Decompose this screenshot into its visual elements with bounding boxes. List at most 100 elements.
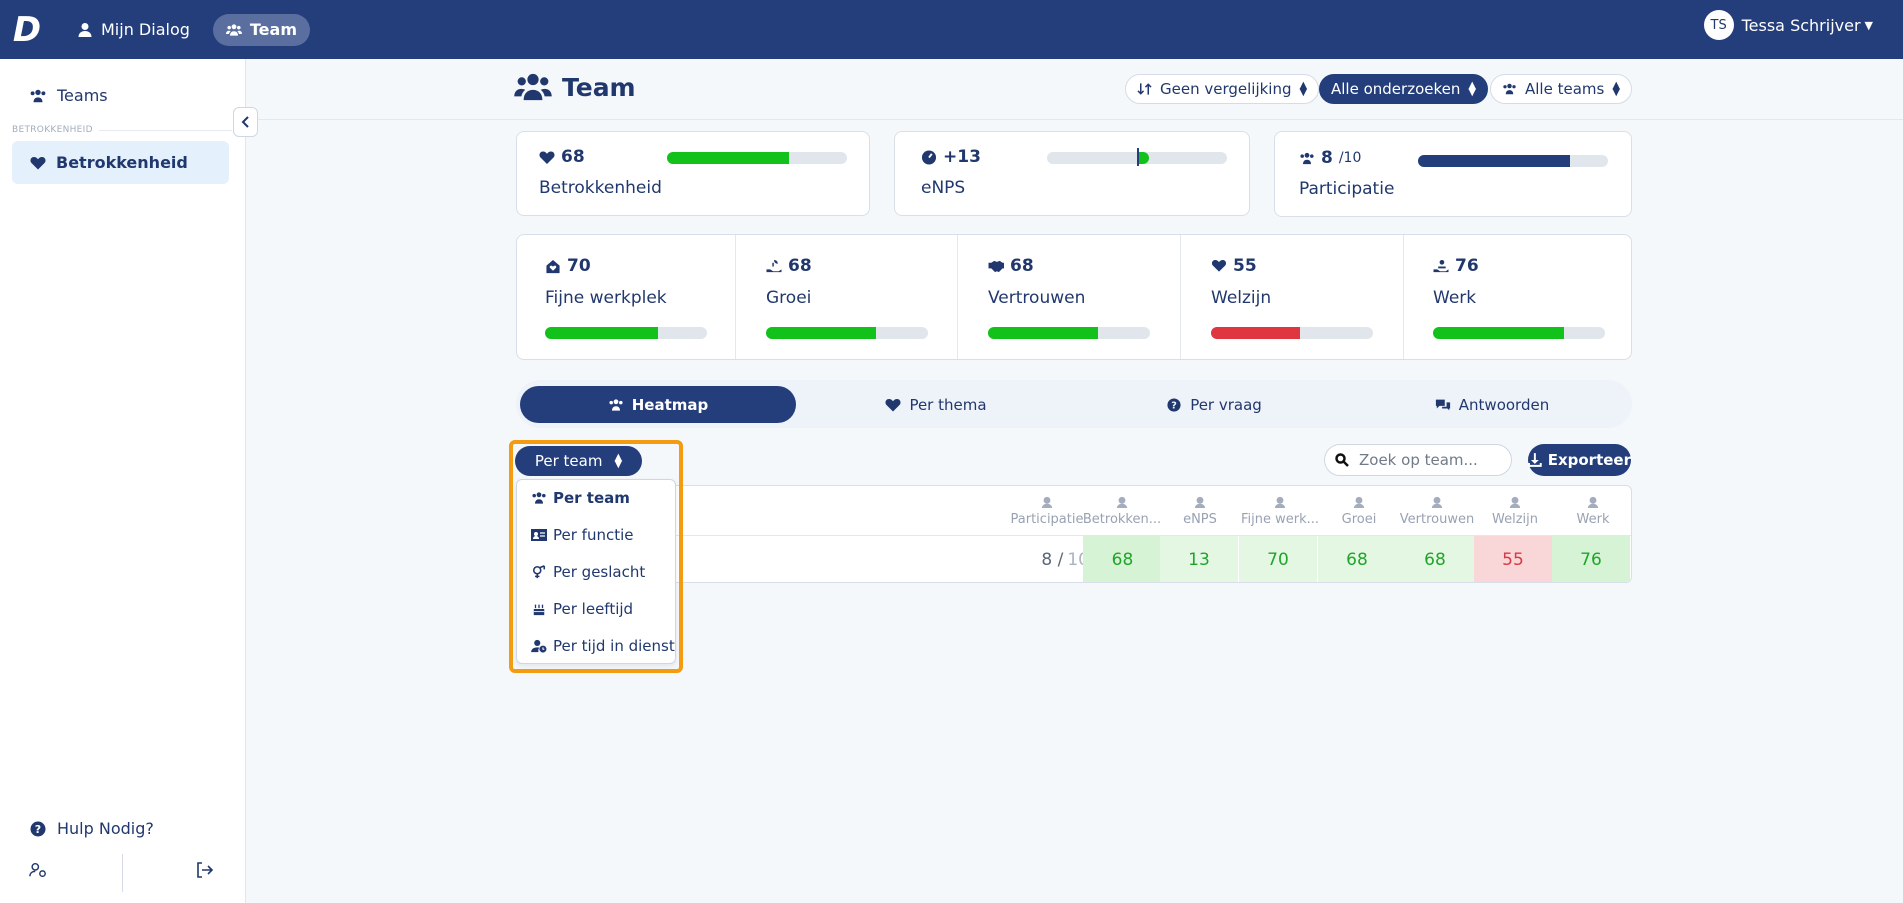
- user-name: Tessa Schrijver: [1741, 15, 1861, 35]
- svg-text:?: ?: [35, 823, 41, 836]
- users-icon: [1300, 152, 1314, 164]
- handshake-icon: [1431, 496, 1443, 508]
- logout-icon: [197, 862, 214, 878]
- view-tabs: Heatmap Per thema ? Per vraag Antwoorden: [516, 380, 1632, 428]
- user-settings-button[interactable]: [29, 862, 47, 878]
- id-card-icon: [531, 529, 547, 541]
- sort-caret-icon: ▲ ▼: [1299, 80, 1308, 98]
- sidebar: Teams BETROKKENHEID Betrokkenheid ? Hulp…: [0, 59, 246, 903]
- users-icon: [514, 73, 552, 101]
- theme-label-4: Werk: [1433, 288, 1477, 308]
- hand-seedling-icon: [1353, 496, 1365, 508]
- avatar: TS: [1703, 10, 1734, 40]
- teams-filter-select[interactable]: Alle teams ▲ ▼: [1490, 74, 1633, 104]
- sidebar-item-betrokkenheid[interactable]: Betrokkenheid: [12, 141, 229, 184]
- enps-progress-bar: [1047, 148, 1227, 166]
- nav-team[interactable]: Team: [212, 13, 310, 46]
- group-by-select[interactable]: Per team ▲ ▼: [515, 446, 642, 476]
- hand-holding-icon: [1587, 496, 1599, 508]
- kpi-card-engagement[interactable]: 68 Betrokkenheid: [516, 131, 870, 216]
- menu-item-per-functie[interactable]: Per functie: [531, 526, 634, 544]
- heatmap-cell[interactable]: 68: [1083, 536, 1162, 582]
- hand-seedling-icon: [766, 259, 782, 272]
- heatmap-cell[interactable]: 70: [1239, 536, 1317, 582]
- users-icon: [225, 23, 242, 36]
- header-divider: [246, 119, 1903, 120]
- heatmap-cell[interactable]: 13: [1160, 536, 1238, 582]
- dialog-logo[interactable]: D: [0, 0, 54, 59]
- sort-caret-icon: ▲ ▼: [1468, 80, 1477, 98]
- users-icon: [609, 398, 623, 411]
- users-icon: [1503, 83, 1516, 95]
- heatmap-cell[interactable]: 76: [1552, 536, 1630, 582]
- kpi-card-enps[interactable]: +13 eNPS: [894, 131, 1250, 216]
- column-header[interactable]: Werk: [1554, 496, 1631, 527]
- theme-progress-bar-2: [988, 327, 1150, 339]
- column-header[interactable]: Fijne werk...: [1240, 496, 1320, 527]
- theme-score-0: 70: [545, 256, 591, 276]
- theme-score-3: 55: [1211, 256, 1257, 276]
- kpi-card-participation[interactable]: 8/10 Participatie: [1274, 131, 1632, 217]
- user-menu[interactable]: TS Tessa Schrijver ▼: [1703, 10, 1873, 40]
- comparison-select[interactable]: Geen vergelijking ▲ ▼: [1125, 74, 1320, 104]
- heart-pulse-icon: [1211, 259, 1227, 272]
- participation-label: Participatie: [1299, 179, 1395, 199]
- engagement-score: 68: [561, 147, 585, 167]
- tab-heatmap[interactable]: Heatmap: [520, 386, 796, 423]
- enps-label: eNPS: [921, 178, 966, 198]
- theme-progress-bar-0: [545, 327, 707, 339]
- house-heart-icon: [1274, 496, 1286, 508]
- heatmap-cell[interactable]: 68: [1318, 536, 1396, 582]
- handshake-icon: [988, 260, 1004, 272]
- search-icon: [1335, 453, 1349, 467]
- theme-progress-bar-3: [1211, 327, 1373, 339]
- theme-score-1: 68: [766, 256, 812, 276]
- question-circle-icon: ?: [1167, 397, 1181, 412]
- menu-item-per-geslacht[interactable]: Per geslacht: [531, 563, 645, 581]
- heatmap-cell[interactable]: 55: [1474, 536, 1552, 582]
- column-header[interactable]: Betrokken...: [1083, 496, 1161, 527]
- theme-label-0: Fijne werkplek: [545, 288, 667, 308]
- survey-select[interactable]: Alle onderzoeken ▲ ▼: [1319, 74, 1489, 104]
- column-header[interactable]: Vertrouwen: [1398, 496, 1476, 527]
- theme-scores-card: 70 Fijne werkplek 68 Groei 68 Vertrouwen 55 Wel…: [516, 234, 1632, 360]
- heatmap-cell[interactable]: 68: [1396, 536, 1474, 582]
- logout-button[interactable]: [196, 862, 214, 878]
- sidebar-item-teams[interactable]: Teams: [29, 86, 108, 105]
- users-icon: [532, 492, 546, 504]
- help-link[interactable]: ? Hulp Nodig?: [29, 819, 154, 838]
- tab-per-thema[interactable]: Per thema: [798, 386, 1074, 423]
- engagement-progress-bar: [667, 152, 847, 164]
- tab-per-vraag[interactable]: ? Per vraag: [1076, 386, 1352, 423]
- heart-pulse-icon: [539, 151, 555, 164]
- gauge-icon: [1194, 496, 1206, 508]
- theme-score-2: 68: [988, 256, 1034, 276]
- house-heart-icon: [546, 259, 560, 273]
- theme-label-2: Vertrouwen: [988, 288, 1086, 308]
- tab-antwoorden[interactable]: Antwoorden: [1354, 386, 1630, 423]
- heart-pulse-icon: [1116, 496, 1128, 508]
- heart-pulse-icon: [30, 156, 46, 169]
- team-search[interactable]: [1324, 444, 1512, 476]
- participation-total: /10: [1338, 150, 1362, 166]
- theme-progress-bar-1: [766, 327, 928, 339]
- top-navigation-bar: D Mijn Dialog Team TS Tessa Schrijver ▼: [0, 0, 1903, 59]
- download-icon: [1528, 453, 1542, 467]
- user-icon: [78, 22, 92, 37]
- user-clock-icon: [531, 639, 547, 653]
- collapse-sidebar-button[interactable]: [233, 107, 258, 137]
- caret-down-icon: ▼: [1864, 18, 1873, 32]
- nav-mijn-dialog[interactable]: Mijn Dialog: [64, 14, 203, 46]
- column-header[interactable]: Groei: [1320, 496, 1398, 527]
- menu-item-per-tijd-in-dienst[interactable]: Per tijd in dienst: [531, 637, 675, 655]
- menu-item-per-team[interactable]: Per team: [531, 489, 630, 507]
- export-button[interactable]: Exporteer: [1528, 444, 1631, 476]
- question-circle-icon: ?: [30, 821, 46, 836]
- svg-text:?: ?: [1171, 400, 1177, 411]
- column-header[interactable]: Welzijn: [1476, 496, 1554, 527]
- column-header[interactable]: Participatie: [1011, 496, 1083, 527]
- column-header[interactable]: eNPS: [1161, 496, 1239, 527]
- search-input[interactable]: [1359, 451, 1499, 469]
- menu-item-per-leeftijd[interactable]: Per leeftijd: [531, 600, 633, 618]
- participation-count: 8: [1321, 148, 1333, 168]
